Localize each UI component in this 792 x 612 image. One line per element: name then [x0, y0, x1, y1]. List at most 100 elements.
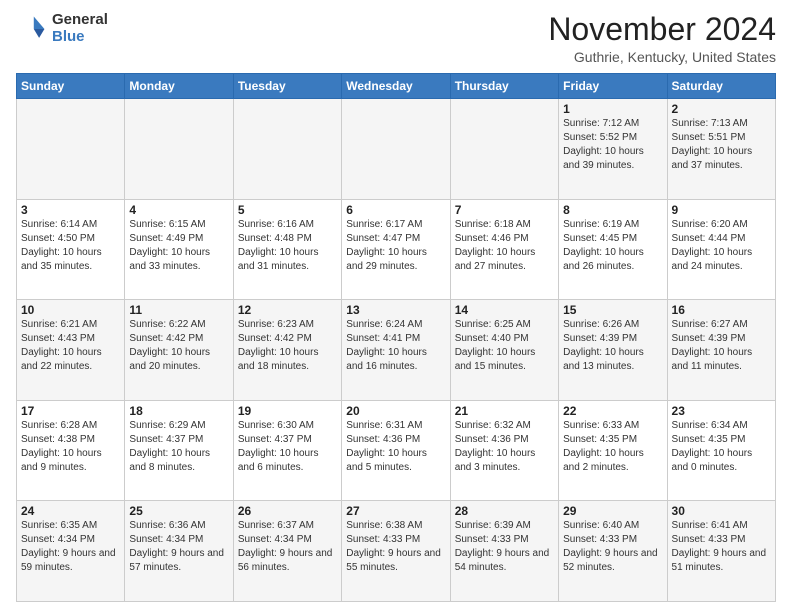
- day-info: Sunrise: 6:20 AM Sunset: 4:44 PM Dayligh…: [672, 218, 771, 274]
- day-cell: [125, 99, 233, 200]
- day-info: Sunrise: 6:40 AM Sunset: 4:33 PM Dayligh…: [563, 519, 662, 575]
- day-cell: 28Sunrise: 6:39 AM Sunset: 4:33 PM Dayli…: [450, 501, 558, 602]
- day-cell: [17, 99, 125, 200]
- calendar-header: SundayMondayTuesdayWednesdayThursdayFrid…: [17, 74, 776, 99]
- col-header-friday: Friday: [559, 74, 667, 99]
- day-cell: 4Sunrise: 6:15 AM Sunset: 4:49 PM Daylig…: [125, 199, 233, 300]
- day-cell: 16Sunrise: 6:27 AM Sunset: 4:39 PM Dayli…: [667, 300, 775, 401]
- day-cell: [233, 99, 341, 200]
- calendar-body: 1Sunrise: 7:12 AM Sunset: 5:52 PM Daylig…: [17, 99, 776, 602]
- day-cell: 3Sunrise: 6:14 AM Sunset: 4:50 PM Daylig…: [17, 199, 125, 300]
- day-cell: 29Sunrise: 6:40 AM Sunset: 4:33 PM Dayli…: [559, 501, 667, 602]
- day-info: Sunrise: 6:36 AM Sunset: 4:34 PM Dayligh…: [129, 519, 228, 575]
- day-number: 11: [129, 303, 228, 317]
- day-number: 17: [21, 404, 120, 418]
- day-number: 5: [238, 203, 337, 217]
- day-number: 8: [563, 203, 662, 217]
- day-info: Sunrise: 6:35 AM Sunset: 4:34 PM Dayligh…: [21, 519, 120, 575]
- day-cell: 1Sunrise: 7:12 AM Sunset: 5:52 PM Daylig…: [559, 99, 667, 200]
- day-number: 21: [455, 404, 554, 418]
- day-info: Sunrise: 6:34 AM Sunset: 4:35 PM Dayligh…: [672, 419, 771, 475]
- day-number: 6: [346, 203, 445, 217]
- title-block: November 2024 Guthrie, Kentucky, United …: [548, 12, 776, 65]
- logo-blue-text: Blue: [52, 29, 108, 46]
- day-cell: 19Sunrise: 6:30 AM Sunset: 4:37 PM Dayli…: [233, 400, 341, 501]
- day-info: Sunrise: 6:37 AM Sunset: 4:34 PM Dayligh…: [238, 519, 337, 575]
- week-row-4: 17Sunrise: 6:28 AM Sunset: 4:38 PM Dayli…: [17, 400, 776, 501]
- day-cell: 23Sunrise: 6:34 AM Sunset: 4:35 PM Dayli…: [667, 400, 775, 501]
- day-info: Sunrise: 6:27 AM Sunset: 4:39 PM Dayligh…: [672, 318, 771, 374]
- day-info: Sunrise: 6:17 AM Sunset: 4:47 PM Dayligh…: [346, 218, 445, 274]
- day-number: 18: [129, 404, 228, 418]
- month-title: November 2024: [548, 12, 776, 47]
- day-number: 15: [563, 303, 662, 317]
- day-number: 29: [563, 504, 662, 518]
- day-info: Sunrise: 6:28 AM Sunset: 4:38 PM Dayligh…: [21, 419, 120, 475]
- day-info: Sunrise: 6:33 AM Sunset: 4:35 PM Dayligh…: [563, 419, 662, 475]
- day-info: Sunrise: 6:14 AM Sunset: 4:50 PM Dayligh…: [21, 218, 120, 274]
- day-number: 25: [129, 504, 228, 518]
- day-info: Sunrise: 6:16 AM Sunset: 4:48 PM Dayligh…: [238, 218, 337, 274]
- day-info: Sunrise: 6:39 AM Sunset: 4:33 PM Dayligh…: [455, 519, 554, 575]
- day-cell: 27Sunrise: 6:38 AM Sunset: 4:33 PM Dayli…: [342, 501, 450, 602]
- page: General Blue November 2024 Guthrie, Kent…: [0, 0, 792, 612]
- day-number: 2: [672, 102, 771, 116]
- day-number: 20: [346, 404, 445, 418]
- day-cell: 22Sunrise: 6:33 AM Sunset: 4:35 PM Dayli…: [559, 400, 667, 501]
- day-cell: 10Sunrise: 6:21 AM Sunset: 4:43 PM Dayli…: [17, 300, 125, 401]
- day-info: Sunrise: 6:24 AM Sunset: 4:41 PM Dayligh…: [346, 318, 445, 374]
- day-number: 4: [129, 203, 228, 217]
- day-cell: 20Sunrise: 6:31 AM Sunset: 4:36 PM Dayli…: [342, 400, 450, 501]
- day-number: 14: [455, 303, 554, 317]
- logo-text: General Blue: [52, 12, 108, 45]
- day-cell: [450, 99, 558, 200]
- day-cell: 9Sunrise: 6:20 AM Sunset: 4:44 PM Daylig…: [667, 199, 775, 300]
- day-cell: 21Sunrise: 6:32 AM Sunset: 4:36 PM Dayli…: [450, 400, 558, 501]
- day-cell: [342, 99, 450, 200]
- col-header-sunday: Sunday: [17, 74, 125, 99]
- day-cell: 25Sunrise: 6:36 AM Sunset: 4:34 PM Dayli…: [125, 501, 233, 602]
- day-number: 10: [21, 303, 120, 317]
- col-header-wednesday: Wednesday: [342, 74, 450, 99]
- day-cell: 15Sunrise: 6:26 AM Sunset: 4:39 PM Dayli…: [559, 300, 667, 401]
- calendar-table: SundayMondayTuesdayWednesdayThursdayFrid…: [16, 73, 776, 602]
- day-info: Sunrise: 7:13 AM Sunset: 5:51 PM Dayligh…: [672, 117, 771, 173]
- day-info: Sunrise: 6:26 AM Sunset: 4:39 PM Dayligh…: [563, 318, 662, 374]
- day-cell: 30Sunrise: 6:41 AM Sunset: 4:33 PM Dayli…: [667, 501, 775, 602]
- logo-general-text: General: [52, 12, 108, 29]
- day-cell: 17Sunrise: 6:28 AM Sunset: 4:38 PM Dayli…: [17, 400, 125, 501]
- location: Guthrie, Kentucky, United States: [548, 49, 776, 65]
- day-info: Sunrise: 6:21 AM Sunset: 4:43 PM Dayligh…: [21, 318, 120, 374]
- day-info: Sunrise: 6:15 AM Sunset: 4:49 PM Dayligh…: [129, 218, 228, 274]
- day-number: 9: [672, 203, 771, 217]
- day-number: 22: [563, 404, 662, 418]
- day-info: Sunrise: 6:18 AM Sunset: 4:46 PM Dayligh…: [455, 218, 554, 274]
- week-row-5: 24Sunrise: 6:35 AM Sunset: 4:34 PM Dayli…: [17, 501, 776, 602]
- logo: General Blue: [16, 12, 108, 45]
- day-number: 1: [563, 102, 662, 116]
- day-number: 12: [238, 303, 337, 317]
- day-info: Sunrise: 6:30 AM Sunset: 4:37 PM Dayligh…: [238, 419, 337, 475]
- day-info: Sunrise: 6:32 AM Sunset: 4:36 PM Dayligh…: [455, 419, 554, 475]
- day-number: 26: [238, 504, 337, 518]
- day-number: 23: [672, 404, 771, 418]
- day-cell: 7Sunrise: 6:18 AM Sunset: 4:46 PM Daylig…: [450, 199, 558, 300]
- day-number: 28: [455, 504, 554, 518]
- header-row: SundayMondayTuesdayWednesdayThursdayFrid…: [17, 74, 776, 99]
- day-info: Sunrise: 6:25 AM Sunset: 4:40 PM Dayligh…: [455, 318, 554, 374]
- day-number: 24: [21, 504, 120, 518]
- day-cell: 13Sunrise: 6:24 AM Sunset: 4:41 PM Dayli…: [342, 300, 450, 401]
- header: General Blue November 2024 Guthrie, Kent…: [16, 12, 776, 65]
- day-cell: 12Sunrise: 6:23 AM Sunset: 4:42 PM Dayli…: [233, 300, 341, 401]
- day-info: Sunrise: 6:19 AM Sunset: 4:45 PM Dayligh…: [563, 218, 662, 274]
- day-number: 30: [672, 504, 771, 518]
- day-number: 19: [238, 404, 337, 418]
- day-number: 13: [346, 303, 445, 317]
- day-cell: 11Sunrise: 6:22 AM Sunset: 4:42 PM Dayli…: [125, 300, 233, 401]
- day-number: 16: [672, 303, 771, 317]
- col-header-tuesday: Tuesday: [233, 74, 341, 99]
- day-info: Sunrise: 6:31 AM Sunset: 4:36 PM Dayligh…: [346, 419, 445, 475]
- day-info: Sunrise: 7:12 AM Sunset: 5:52 PM Dayligh…: [563, 117, 662, 173]
- logo-icon: [16, 13, 48, 45]
- day-info: Sunrise: 6:29 AM Sunset: 4:37 PM Dayligh…: [129, 419, 228, 475]
